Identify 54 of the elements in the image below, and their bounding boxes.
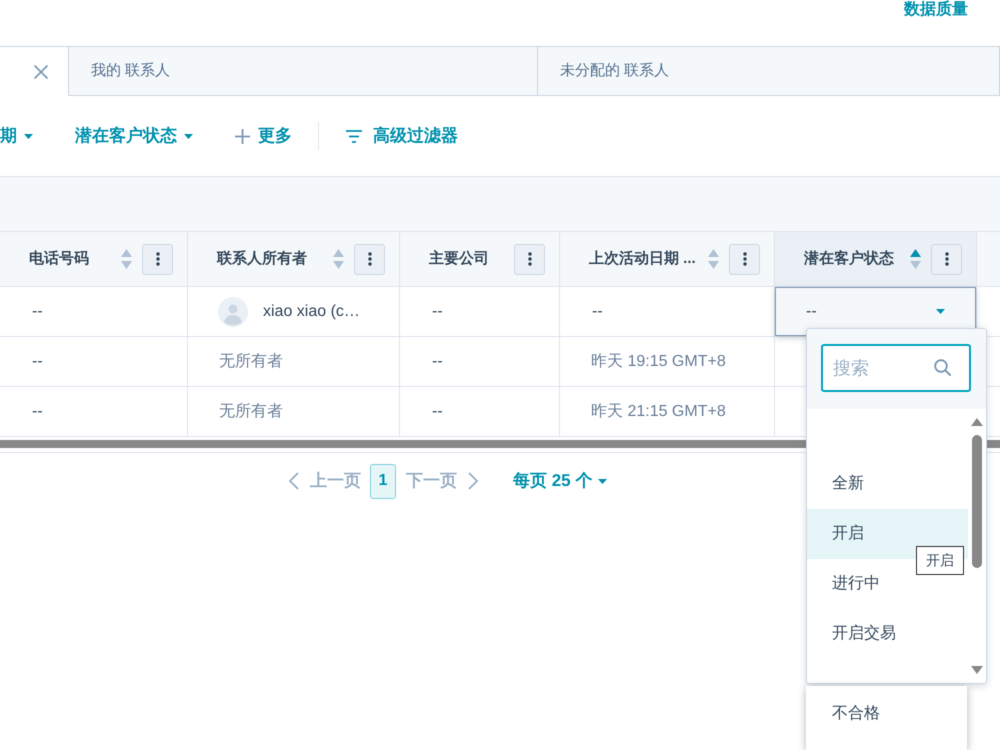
tab[interactable]: 未分配的 联系人	[538, 47, 1000, 96]
column-menu-button[interactable]	[142, 244, 173, 274]
tooltip: 开启	[916, 546, 964, 575]
data-quality-link[interactable]: 数据质量	[904, 0, 968, 20]
table-cell: --	[400, 337, 560, 386]
sort-icon[interactable]	[910, 249, 921, 269]
vertical-dots-icon	[156, 252, 160, 266]
filter-dropdown[interactable]: 潜在客户状态	[75, 123, 193, 149]
column-title: 主要公司	[429, 248, 490, 269]
caret-icon	[598, 478, 608, 484]
search-field[interactable]: 搜索	[821, 344, 971, 392]
tab[interactable]: 我的 联系人	[69, 47, 538, 96]
plus-icon	[235, 128, 250, 144]
sorted-column-header[interactable]: 潜在客户状态	[775, 232, 977, 286]
page-size-dropdown[interactable]: 每页 25 个	[513, 468, 608, 494]
column-title: 上次活动日期 ...	[589, 248, 697, 269]
table-cell: 无所有者	[188, 387, 400, 436]
caret-icon	[24, 134, 33, 138]
vertical-dots-icon	[528, 252, 532, 266]
add-filter-button[interactable]: 更多	[235, 123, 292, 149]
close-icon[interactable]	[34, 64, 48, 78]
vertical-dots-icon	[944, 252, 948, 266]
table-cell: 昨天 21:15 GMT+8	[560, 387, 775, 436]
scrollbar-thumb[interactable]	[972, 435, 982, 568]
filter-dropdown[interactable]: 期	[0, 123, 33, 149]
table-cell: 昨天 19:15 GMT+8	[560, 337, 775, 386]
avatar-icon	[218, 296, 248, 326]
table-cell: --	[400, 287, 560, 336]
table-cell: --	[0, 337, 188, 386]
scroll-down-icon[interactable]	[971, 666, 983, 674]
filter-icon	[346, 130, 362, 142]
chevron-right-icon	[468, 472, 478, 490]
table-cell: --	[400, 387, 560, 436]
owner-name[interactable]: xiao xiao (c…	[263, 300, 360, 324]
column-menu-button[interactable]	[931, 244, 962, 274]
scroll-up-icon[interactable]	[971, 418, 983, 426]
table-cell: 无所有者	[188, 337, 400, 386]
column-menu-button[interactable]	[729, 244, 760, 274]
vertical-dots-icon	[742, 252, 746, 266]
chevron-left-icon	[289, 472, 299, 490]
caret-icon	[936, 309, 945, 314]
column-title: 联系人所有者	[217, 248, 308, 269]
column-title: 电话号码	[29, 248, 90, 269]
table-cell: --	[0, 287, 188, 336]
table-cell: --	[0, 387, 188, 436]
search-icon	[934, 359, 951, 376]
advanced-filters-button[interactable]: 高级过滤器	[346, 123, 458, 149]
caret-icon	[184, 134, 193, 138]
floating-option: 不合格	[806, 686, 967, 750]
vertical-dots-icon	[368, 252, 372, 266]
column-menu-button[interactable]	[354, 244, 385, 274]
column-title: 潜在客户状态	[804, 248, 895, 269]
column-menu-button[interactable]	[514, 244, 545, 274]
page-number[interactable]: 1	[370, 464, 396, 498]
